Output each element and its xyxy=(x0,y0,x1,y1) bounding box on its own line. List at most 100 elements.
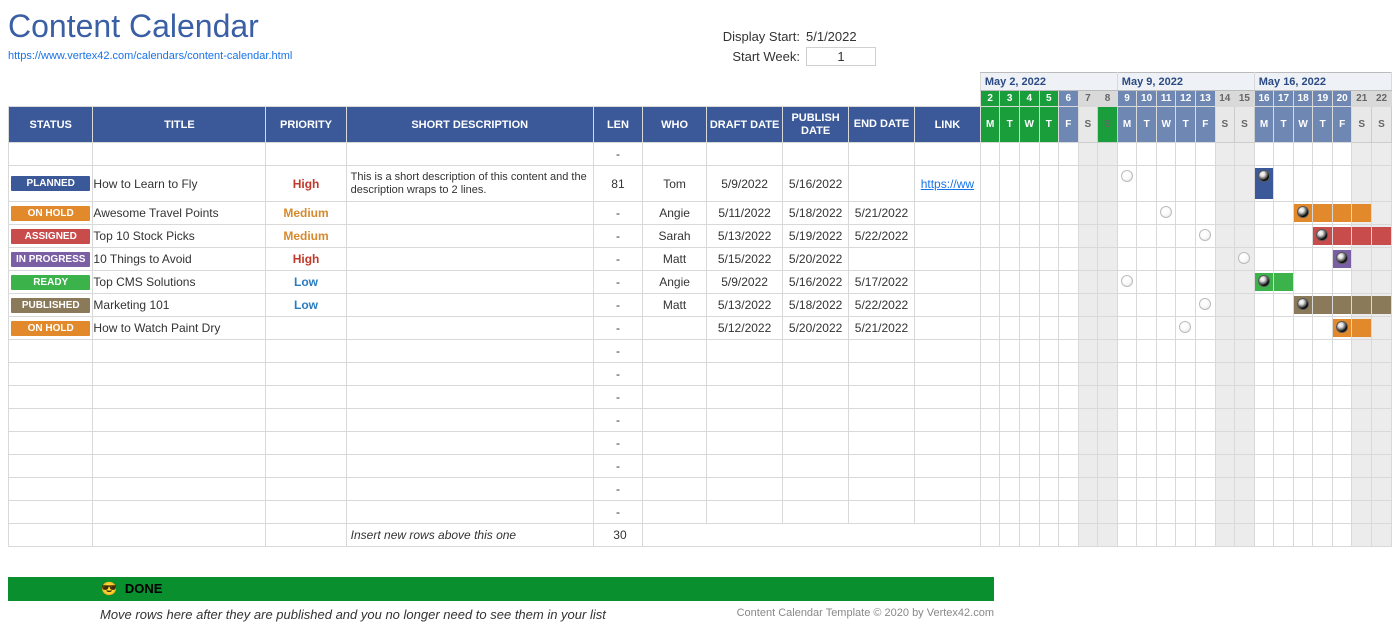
cell-len[interactable]: - xyxy=(593,386,642,409)
gantt-cell[interactable] xyxy=(1274,409,1294,432)
gantt-cell[interactable] xyxy=(1000,455,1020,478)
gantt-cell[interactable] xyxy=(1352,225,1372,248)
gantt-cell[interactable] xyxy=(1195,166,1215,202)
cell-who[interactable]: Sarah xyxy=(643,225,707,248)
gantt-cell[interactable] xyxy=(1039,202,1059,225)
gantt-cell[interactable] xyxy=(1235,432,1255,455)
cell-who[interactable] xyxy=(643,386,707,409)
cell-title[interactable] xyxy=(93,386,266,409)
gantt-cell[interactable] xyxy=(1039,225,1059,248)
gantt-cell[interactable] xyxy=(1352,432,1372,455)
gantt-cell[interactable] xyxy=(1156,478,1176,501)
gantt-cell[interactable] xyxy=(1254,225,1274,248)
gantt-cell[interactable] xyxy=(1039,432,1059,455)
gantt-cell[interactable] xyxy=(1000,143,1020,166)
gantt-cell[interactable] xyxy=(1235,143,1255,166)
gantt-cell[interactable] xyxy=(1059,202,1079,225)
gantt-cell[interactable] xyxy=(1137,166,1157,202)
gantt-cell[interactable] xyxy=(1274,202,1294,225)
cell-priority[interactable] xyxy=(266,340,346,363)
gantt-cell[interactable] xyxy=(1039,455,1059,478)
cell-publish-date[interactable] xyxy=(783,386,849,409)
gantt-cell[interactable] xyxy=(1352,363,1372,386)
gantt-cell[interactable] xyxy=(1059,166,1079,202)
gantt-cell[interactable] xyxy=(1293,271,1313,294)
cell-end-date[interactable] xyxy=(849,478,915,501)
gantt-cell[interactable] xyxy=(1274,225,1294,248)
gantt-cell[interactable] xyxy=(1019,166,1039,202)
gantt-cell[interactable] xyxy=(1254,478,1274,501)
gantt-cell[interactable] xyxy=(1372,225,1392,248)
cell-priority[interactable] xyxy=(266,455,346,478)
gantt-cell[interactable] xyxy=(1156,248,1176,271)
gantt-cell[interactable] xyxy=(1098,455,1118,478)
cell-link[interactable] xyxy=(914,271,980,294)
gantt-cell[interactable] xyxy=(1098,271,1118,294)
gantt-cell[interactable] xyxy=(1313,202,1333,225)
gantt-cell[interactable] xyxy=(1156,524,1176,547)
gantt-cell[interactable] xyxy=(1293,363,1313,386)
cell-description[interactable] xyxy=(346,294,593,317)
cell-priority[interactable]: Low xyxy=(266,294,346,317)
cell-link[interactable] xyxy=(914,143,980,166)
gantt-cell[interactable] xyxy=(1059,409,1079,432)
cell-publish-date[interactable] xyxy=(783,363,849,386)
gantt-cell[interactable] xyxy=(1293,455,1313,478)
gantt-cell[interactable] xyxy=(1039,409,1059,432)
cell-status[interactable]: READY xyxy=(9,271,93,294)
cell-description[interactable] xyxy=(346,202,593,225)
cell-who[interactable] xyxy=(643,340,707,363)
gantt-cell[interactable] xyxy=(980,455,1000,478)
gantt-cell[interactable] xyxy=(1372,478,1392,501)
gantt-cell[interactable] xyxy=(1019,386,1039,409)
cell-priority[interactable]: High xyxy=(266,166,346,202)
gantt-cell[interactable] xyxy=(1039,501,1059,524)
cell-title[interactable]: How to Learn to Fly xyxy=(93,166,266,202)
gantt-cell[interactable] xyxy=(1352,524,1372,547)
gantt-cell[interactable] xyxy=(1039,248,1059,271)
gantt-cell[interactable] xyxy=(1332,317,1352,340)
gantt-cell[interactable] xyxy=(1156,386,1176,409)
gantt-cell[interactable] xyxy=(1078,501,1098,524)
cell-description[interactable] xyxy=(346,271,593,294)
gantt-cell[interactable] xyxy=(1000,386,1020,409)
gantt-cell[interactable] xyxy=(1235,271,1255,294)
gantt-cell[interactable] xyxy=(1293,248,1313,271)
gantt-cell[interactable] xyxy=(1019,294,1039,317)
gantt-cell[interactable] xyxy=(1000,225,1020,248)
cell-draft-date[interactable] xyxy=(706,363,782,386)
gantt-cell[interactable] xyxy=(1059,478,1079,501)
cell-publish-date[interactable] xyxy=(783,143,849,166)
gantt-cell[interactable] xyxy=(1000,248,1020,271)
cell-description[interactable] xyxy=(346,363,593,386)
gantt-cell[interactable] xyxy=(1117,340,1137,363)
gantt-cell[interactable] xyxy=(1019,143,1039,166)
gantt-cell[interactable] xyxy=(1254,409,1274,432)
gantt-cell[interactable] xyxy=(1235,294,1255,317)
cell-who[interactable]: Angie xyxy=(643,271,707,294)
gantt-cell[interactable] xyxy=(1078,386,1098,409)
gantt-cell[interactable] xyxy=(1117,294,1137,317)
cell-description[interactable] xyxy=(346,386,593,409)
gantt-cell[interactable] xyxy=(1176,202,1196,225)
gantt-cell[interactable] xyxy=(1019,225,1039,248)
cell-title[interactable]: 10 Things to Avoid xyxy=(93,248,266,271)
gantt-cell[interactable] xyxy=(1039,340,1059,363)
gantt-cell[interactable] xyxy=(1137,225,1157,248)
gantt-cell[interactable] xyxy=(1352,501,1372,524)
cell-link[interactable] xyxy=(914,386,980,409)
gantt-cell[interactable] xyxy=(1293,340,1313,363)
cell-len[interactable]: - xyxy=(593,317,642,340)
gantt-cell[interactable] xyxy=(1098,248,1118,271)
gantt-cell[interactable] xyxy=(1313,386,1333,409)
cell-status[interactable]: ON HOLD xyxy=(9,202,93,225)
cell-end-date[interactable] xyxy=(849,363,915,386)
gantt-cell[interactable] xyxy=(1215,340,1235,363)
gantt-cell[interactable] xyxy=(980,143,1000,166)
gantt-cell[interactable] xyxy=(1156,225,1176,248)
cell-link[interactable] xyxy=(914,478,980,501)
gantt-cell[interactable] xyxy=(1215,386,1235,409)
gantt-cell[interactable] xyxy=(1195,202,1215,225)
gantt-cell[interactable] xyxy=(980,271,1000,294)
gantt-cell[interactable] xyxy=(1039,524,1059,547)
